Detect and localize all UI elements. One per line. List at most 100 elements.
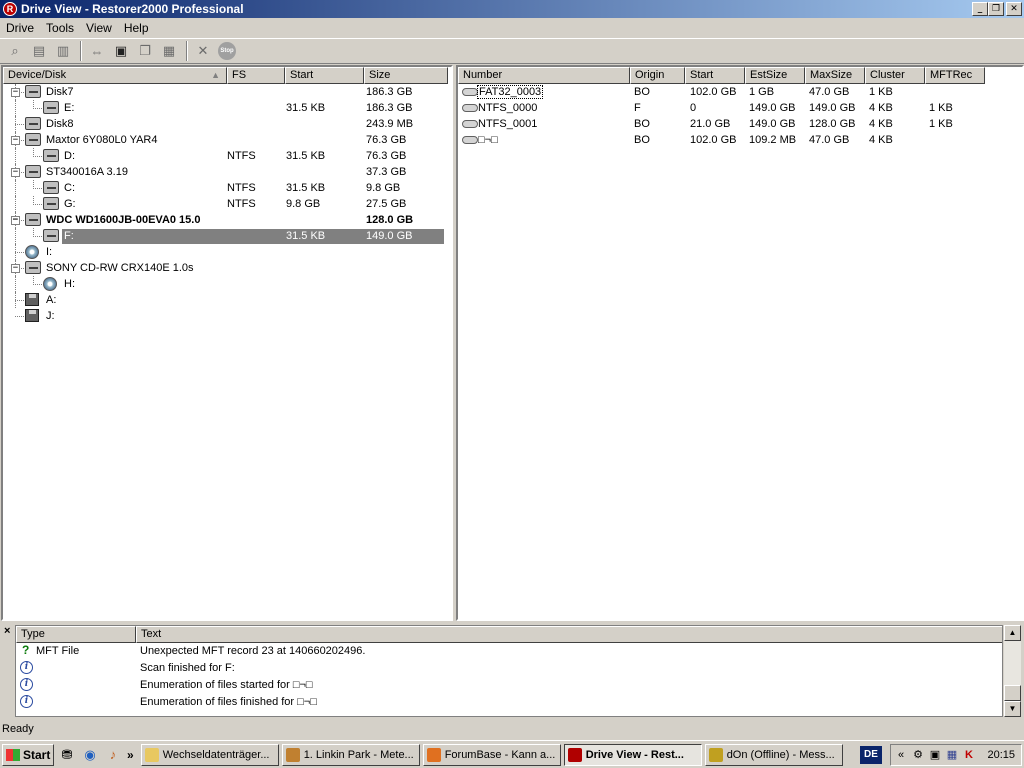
tree-line — [33, 100, 34, 109]
tray-steam-icon[interactable]: ⚙ — [911, 748, 925, 762]
device-tree-row[interactable]: − Disk7 186.3 GB — [3, 84, 451, 100]
column-fs[interactable]: FS — [227, 67, 285, 84]
column-number[interactable]: Number — [458, 67, 630, 84]
device-tree-row[interactable]: G: NTFS 9.8 GB 27.5 GB — [3, 196, 451, 212]
menu-help[interactable]: Help — [118, 21, 155, 35]
device-tree-row[interactable]: C: NTFS 31.5 KB 9.8 GB — [3, 180, 451, 196]
log-text: Enumeration of files finished for □¬□ — [140, 696, 317, 708]
menu-drive[interactable]: Drive — [0, 21, 40, 35]
quicklaunch-media-icon[interactable]: ♪ — [103, 745, 123, 765]
quicklaunch-browser-icon[interactable]: ◉ — [80, 745, 100, 765]
delete-icon[interactable]: ✕ — [192, 40, 214, 62]
info-icon: i — [20, 661, 33, 674]
taskbar-task[interactable]: ForumBase - Kann a... — [422, 743, 561, 766]
device-tree-row[interactable]: H: — [3, 276, 451, 292]
column-start[interactable]: Start — [685, 67, 745, 84]
device-tree-row[interactable]: D: NTFS 31.5 KB 76.3 GB — [3, 148, 451, 164]
column-maxsize[interactable]: MaxSize — [805, 67, 865, 84]
column-mftrec[interactable]: MFTRec — [925, 67, 985, 84]
column-size[interactable]: Size — [364, 67, 448, 84]
column-device-disk[interactable]: Device/Disk ▲ — [3, 67, 227, 84]
window-title: Drive View - Restorer2000 Professional — [21, 2, 244, 16]
partition-row[interactable]: □¬□ BO 102.0 GB 109.2 MB 47.0 GB 4 KB — [458, 132, 1022, 148]
app-icon[interactable]: R — [3, 2, 17, 16]
scroll-thumb[interactable] — [1004, 685, 1021, 701]
column-start[interactable]: Start — [285, 67, 364, 84]
device-tree-row[interactable]: Disk8 243.9 MB — [3, 116, 451, 132]
tray-network-icon[interactable]: ▣ — [928, 748, 942, 762]
partition-origin: BO — [634, 118, 650, 130]
tray-antivirus-icon[interactable]: K — [962, 748, 976, 762]
open-icon[interactable]: ▤ — [28, 40, 50, 62]
column-estsize[interactable]: EstSize — [745, 67, 805, 84]
log-list[interactable]: Type Text ? MFT File Unexpected MFT record… — [15, 625, 1003, 717]
log-row[interactable]: i Enumeration of files started for □¬□ — [16, 677, 1002, 694]
tree-line — [15, 276, 16, 292]
partition-row[interactable]: FAT32_0003 BO 102.0 GB 1 GB 47.0 GB 1 KB — [458, 84, 1022, 100]
device-size: 149.0 GB — [366, 230, 413, 242]
taskbar: Start ⛃ ◉ ♪ » Wechseldatenträger... 1. Li… — [0, 740, 1024, 768]
language-indicator[interactable]: DE — [860, 746, 882, 764]
device-tree-row[interactable]: − Maxtor 6Y080L0 YAR4 76.3 GB — [3, 132, 451, 148]
partition-maxsize: 47.0 GB — [809, 134, 850, 146]
partition-maxsize: 149.0 GB — [809, 102, 856, 114]
device-tree-row[interactable]: − ST340016A 3.19 37.3 GB — [3, 164, 451, 180]
maximize-button[interactable]: ❐ — [988, 2, 1004, 16]
column-origin[interactable]: Origin — [630, 67, 685, 84]
minimize-button[interactable]: _ — [972, 2, 988, 16]
mount-icon[interactable]: ▣ — [110, 40, 132, 62]
device-tree-row[interactable]: − WDC WD1600JB-00EVA0 15.0 128.0 GB — [3, 212, 451, 228]
partition-row[interactable]: NTFS_0001 BO 21.0 GB 149.0 GB 128.0 GB 4 KB 1 … — [458, 116, 1022, 132]
log-scrollbar[interactable]: ▲ ▼ — [1004, 625, 1021, 717]
swap-icon[interactable]: ⇔ — [86, 40, 108, 62]
quicklaunch-chevron-icon[interactable]: » — [127, 748, 134, 762]
tree-expander-icon[interactable]: − — [11, 88, 20, 97]
log-row[interactable]: i Enumeration of files finished for □¬□ — [16, 694, 1002, 711]
log-close-icon[interactable]: × — [4, 625, 10, 637]
device-tree-row[interactable]: F: 31.5 KB 149.0 GB — [3, 228, 451, 244]
start-button[interactable]: Start — [2, 743, 54, 766]
partition-list-panel[interactable]: Number Origin Start EstSize MaxSize Clus… — [456, 65, 1024, 621]
quicklaunch-app-icon[interactable]: ⛃ — [57, 745, 77, 765]
task-label: ForumBase - Kann a... — [444, 748, 556, 761]
taskbar-task[interactable]: 1. Linkin Park - Mete... — [281, 743, 420, 766]
device-tree-row[interactable]: E: 31.5 KB 186.3 GB — [3, 100, 451, 116]
copy-icon[interactable]: ❐ — [134, 40, 156, 62]
close-button[interactable]: ✕ — [1006, 2, 1022, 16]
scroll-down-button[interactable]: ▼ — [1004, 701, 1021, 717]
taskbar-task[interactable]: Drive View - Rest... — [563, 743, 702, 766]
scan-icon[interactable]: ⌕ — [4, 40, 26, 62]
tree-expander-icon[interactable]: − — [11, 216, 20, 225]
column-text[interactable]: Text — [136, 626, 1002, 643]
log-row[interactable]: ? MFT File Unexpected MFT record 23 at 140… — [16, 643, 1002, 660]
partition-row[interactable]: NTFS_0000 F 0 149.0 GB 149.0 GB 4 KB 1 KB — [458, 100, 1022, 116]
tray-chevron-icon[interactable]: « — [894, 748, 908, 762]
save-icon[interactable]: ▥ — [52, 40, 74, 62]
device-tree-row[interactable]: I: — [3, 244, 451, 260]
menu-view[interactable]: View — [80, 21, 118, 35]
paste-icon[interactable]: ▦ — [158, 40, 180, 62]
tree-expander-icon[interactable]: − — [11, 168, 20, 177]
tray-monitor-icon[interactable]: ▦ — [945, 748, 959, 762]
hard-disk-icon — [25, 213, 41, 226]
task-label: dOn (Offline) - Mess... — [726, 748, 835, 761]
device-tree-row[interactable]: − SONY CD-RW CRX140E 1.0s — [3, 260, 451, 276]
tree-expander-icon[interactable]: − — [11, 136, 20, 145]
column-cluster[interactable]: Cluster — [865, 67, 925, 84]
device-tree-row[interactable]: A: — [3, 292, 451, 308]
device-name: I: — [46, 246, 53, 258]
taskbar-task[interactable]: dOn (Offline) - Mess... — [704, 743, 843, 766]
tree-expander-icon[interactable]: − — [11, 264, 20, 273]
menu-tools[interactable]: Tools — [40, 21, 80, 35]
partition-cluster: 4 KB — [869, 102, 893, 114]
device-tree-panel[interactable]: Device/Disk ▲ FS Start Size − Disk7 186.3 … — [1, 65, 453, 621]
partition-number: □¬□ — [478, 134, 498, 146]
device-tree-row[interactable]: J: — [3, 308, 451, 324]
title-bar[interactable]: R Drive View - Restorer2000 Professional… — [0, 0, 1024, 18]
scroll-up-button[interactable]: ▲ — [1004, 625, 1021, 641]
column-type[interactable]: Type — [16, 626, 136, 643]
stop-icon[interactable]: Stop — [216, 40, 238, 62]
taskbar-task[interactable]: Wechseldatenträger... — [140, 743, 279, 766]
log-row[interactable]: i Scan finished for F: — [16, 660, 1002, 677]
partition-origin: BO — [634, 134, 650, 146]
